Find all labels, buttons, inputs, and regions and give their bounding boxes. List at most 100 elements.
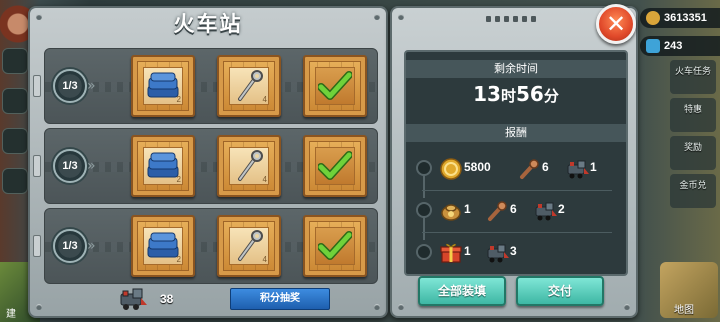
item-count: 4 (262, 95, 267, 104)
build-label: 建 (6, 309, 16, 320)
rivet (374, 14, 380, 20)
item-count: 2 (176, 175, 181, 184)
gift-icon (440, 243, 462, 263)
side-menu-button[interactable] (2, 88, 28, 114)
side-menu-button[interactable] (2, 128, 28, 154)
time-hours: 13 (473, 82, 501, 106)
reward-qty: 1 (590, 160, 597, 174)
row-handle (33, 155, 41, 177)
divider (422, 232, 612, 233)
map-button[interactable]: 地图 (660, 262, 718, 318)
cargo-crate[interactable]: 2 (131, 215, 195, 277)
close-button[interactable]: ✕ (596, 4, 636, 44)
divider (422, 190, 612, 191)
points-value: 38 (160, 292, 174, 306)
cargo-crate[interactable]: 2 (131, 55, 195, 117)
tier-indicator (416, 160, 432, 176)
wrench-icon (520, 159, 539, 179)
info-box: 剩余时间 13时56分 报酬 5800 6 1 1 6 2 1 3 (404, 50, 628, 276)
title-bar: 火车站 (30, 6, 386, 42)
train-icon (120, 288, 147, 310)
item-count: 4 (262, 175, 267, 184)
side-menu-button[interactable] (2, 168, 28, 194)
item-count: 2 (176, 95, 181, 104)
reward-qty: 1 (464, 202, 471, 216)
time-hours-unit: 时 (500, 87, 516, 105)
cargo-row: 1/3 » 2 4 (33, 48, 378, 124)
row-handle (33, 75, 41, 97)
cargo-crate[interactable]: 4 (217, 135, 281, 197)
cargo-crate[interactable]: 4 (217, 55, 281, 117)
chevron-right-icon: » (87, 78, 96, 94)
cargo-crate-completed[interactable] (303, 55, 367, 117)
coin-bag-icon (441, 204, 461, 221)
gold-coin-icon (440, 158, 462, 180)
delivery-info-panel: 剩余时间 13时56分 报酬 5800 6 1 1 6 2 1 3 全部装填 交… (390, 6, 638, 318)
coin-value: 3613351 (664, 12, 707, 24)
deliver-button[interactable]: 交付 (516, 276, 604, 306)
wrench-icon (238, 70, 263, 101)
side-menu-button[interactable] (2, 48, 28, 74)
reward-tier: 5800 6 1 (406, 154, 626, 182)
cargo-crate-completed[interactable] (303, 215, 367, 277)
reward-qty: 2 (558, 202, 565, 216)
blue-fabric-icon (147, 232, 179, 258)
wrench-icon (238, 230, 263, 261)
blue-fabric-icon (147, 152, 179, 178)
reward-qty: 3 (510, 244, 517, 258)
time-minutes-unit: 分 (543, 87, 559, 105)
cargo-crate[interactable]: 2 (131, 135, 195, 197)
chevron-right-icon: » (87, 238, 96, 254)
check-icon (318, 151, 352, 180)
train-station-panel: 火车站 1/3 » 2 4 1/3 » 2 4 1/3 » 2 4 38 积分抽… (28, 6, 388, 318)
item-count: 2 (176, 255, 181, 264)
close-icon: ✕ (605, 10, 627, 38)
rivet (36, 14, 42, 20)
coin-counter[interactable]: 3613351 (640, 8, 720, 28)
cargo-crate[interactable]: 4 (217, 215, 281, 277)
wrench-icon (238, 150, 263, 181)
gem-icon (646, 39, 660, 53)
cargo-crate-completed[interactable] (303, 135, 367, 197)
item-count: 4 (262, 255, 267, 264)
progress-badge: 1/3 (53, 229, 87, 263)
tier-indicator (416, 202, 432, 218)
reward-qty: 5800 (464, 160, 491, 174)
gem-counter[interactable]: 243 (640, 36, 720, 56)
side-shortcut-label: 火车任务 (674, 67, 711, 77)
train-icon (487, 244, 509, 263)
check-icon (318, 231, 352, 260)
coin-icon (646, 11, 660, 25)
page-title: 火车站 (173, 12, 243, 36)
row-handle (33, 235, 41, 257)
panel-grip (486, 16, 546, 26)
chevron-right-icon: » (87, 158, 96, 174)
reward-header: 报酬 (406, 124, 626, 142)
tier-indicator (416, 244, 432, 260)
time-minutes: 56 (516, 82, 544, 106)
gem-value: 243 (664, 40, 683, 52)
cargo-row: 1/3 » 2 4 (33, 128, 378, 204)
rivet (398, 304, 404, 310)
train-icon (535, 202, 557, 221)
map-label: 地图 (674, 305, 694, 316)
reward-qty: 6 (510, 202, 517, 216)
wrench-icon (488, 201, 507, 221)
side-shortcut-label: 特惠 (683, 105, 702, 115)
points-bar: 38 积分抽奖 (30, 286, 386, 314)
remaining-time-header: 剩余时间 (406, 60, 626, 78)
load-all-button[interactable]: 全部装填 (418, 276, 506, 306)
side-shortcut-label: 奖励 (683, 143, 702, 153)
cargo-row: 1/3 » 2 4 (33, 208, 378, 284)
progress-badge: 1/3 (53, 69, 87, 103)
rivet (398, 14, 404, 20)
blue-fabric-icon (147, 72, 179, 98)
reward-qty: 1 (464, 244, 471, 258)
reward-tier: 1 6 2 (406, 196, 626, 224)
progress-badge: 1/3 (53, 149, 87, 183)
points-lottery-button[interactable]: 积分抽奖 (230, 288, 330, 310)
reward-tier: 1 3 (406, 238, 626, 266)
side-shortcut-label: 金币兑 (679, 181, 707, 191)
rivet (624, 304, 630, 310)
train-icon (567, 160, 589, 179)
